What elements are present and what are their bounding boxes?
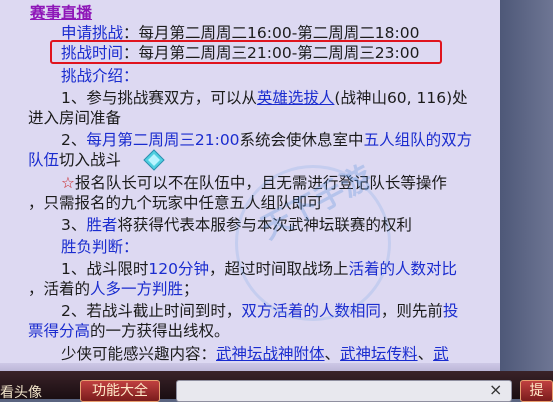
judge-item-1: 1、战斗限时120分钟，超过时间取战场上活着的人数对比: [61, 260, 457, 278]
judge-item-2: 2、若战斗截止时间到时，双方活着的人数相同，则先前投: [61, 302, 459, 320]
challenge-time-value: 每月第二周周三21:00-第二周周三23:00: [138, 44, 420, 62]
judge-label: 胜负判断：: [61, 238, 139, 256]
avatar-label[interactable]: 看头像: [0, 382, 42, 402]
intro-item-1-cont: 进入房间准备: [28, 109, 122, 127]
judge-item-1-cont: ，活着的人多一方判胜；: [28, 280, 199, 298]
star-icon: ☆: [61, 174, 75, 192]
intro-item-3: 3、胜者将获得代表本服参与本次武神坛联赛的权利: [61, 216, 412, 234]
section-title: 赛事直播: [30, 4, 93, 22]
intro-item-2: 2、每月第二周周三21:00系统会使休息室中五人组队的双方: [61, 131, 473, 149]
intro-item-1: 1、参与挑战赛双方，可以从英雄选拔人(战神山60, 116)处: [61, 89, 468, 107]
gem-icon: [143, 149, 165, 171]
challenge-time-row: 挑战时间：每月第二周周三21:00-第二周周三23:00: [61, 44, 420, 62]
interest-link-2[interactable]: 武神坛传料: [340, 345, 418, 363]
clear-icon[interactable]: ×: [489, 382, 502, 398]
content-panel: 赛事直播 申请挑战：每月第二周周二16:00-第二周周二18:00 挑战时间：每…: [0, 0, 500, 371]
intro-label: 挑战介绍：: [61, 67, 139, 85]
challenge-time-label: 挑战时间: [61, 44, 124, 62]
interest-link-1[interactable]: 武神坛战神附体: [216, 345, 325, 363]
judge-item-2-cont: 票得分高的一方获得出线权。: [28, 322, 230, 340]
note-row: ☆报名队长可以不在队伍中，且无需进行登记队长等操作: [61, 174, 447, 192]
intro-item-2-cont: 队伍切入战斗: [28, 151, 122, 169]
side-border: [500, 0, 553, 371]
interest-link-3[interactable]: 武: [433, 345, 449, 363]
note-row-cont: ，只需报名的九个玩家中任意五人组队即可: [28, 194, 323, 212]
interest-row: 少侠可能感兴趣内容：武神坛战神附体、武神坛传料、武: [61, 345, 449, 363]
hero-selector-link[interactable]: 英雄选拔人: [257, 89, 335, 107]
